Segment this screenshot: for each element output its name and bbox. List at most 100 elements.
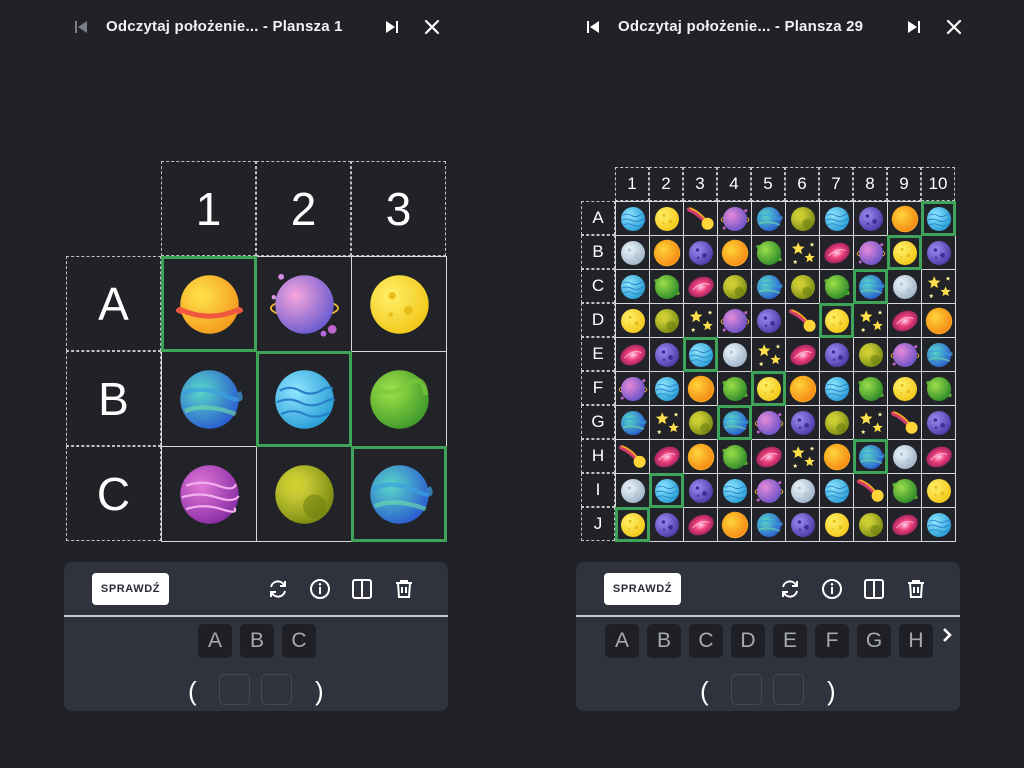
grid-cell-e6[interactable] (785, 337, 820, 372)
first-board-button[interactable] (66, 12, 96, 42)
grid-cell-e10[interactable] (921, 337, 956, 372)
grid-cell-i2[interactable] (649, 473, 684, 508)
grid-cell-a5[interactable] (751, 201, 786, 236)
grid-cell-i6[interactable] (785, 473, 820, 508)
grid-cell-f9[interactable] (887, 371, 922, 406)
split-view-button[interactable] (860, 575, 888, 603)
grid-cell-i7[interactable] (819, 473, 854, 508)
grid-cell-a8[interactable] (853, 201, 888, 236)
grid-cell-g2[interactable] (649, 405, 684, 440)
grid-cell-b2[interactable] (256, 351, 352, 447)
grid-cell-a4[interactable] (717, 201, 752, 236)
grid-cell-j9[interactable] (887, 507, 922, 542)
grid-cell-b3[interactable] (351, 351, 447, 447)
answer-slot-column[interactable] (773, 674, 804, 705)
grid-cell-c1[interactable] (161, 446, 257, 542)
grid-cell-c1[interactable] (615, 269, 650, 304)
grid-cell-b9[interactable] (887, 235, 922, 270)
grid-cell-i10[interactable] (921, 473, 956, 508)
grid-cell-b5[interactable] (751, 235, 786, 270)
delete-button[interactable] (902, 575, 930, 603)
grid-cell-c10[interactable] (921, 269, 956, 304)
grid-cell-f8[interactable] (853, 371, 888, 406)
grid-cell-d1[interactable] (615, 303, 650, 338)
grid-cell-f3[interactable] (683, 371, 718, 406)
grid-cell-f10[interactable] (921, 371, 956, 406)
grid-cell-h5[interactable] (751, 439, 786, 474)
grid-cell-b1[interactable] (615, 235, 650, 270)
key-button-b[interactable]: B (647, 624, 681, 658)
grid-cell-e3[interactable] (683, 337, 718, 372)
grid-cell-j5[interactable] (751, 507, 786, 542)
grid-cell-d2[interactable] (649, 303, 684, 338)
grid-cell-c2[interactable] (649, 269, 684, 304)
grid-cell-d10[interactable] (921, 303, 956, 338)
grid-cell-d6[interactable] (785, 303, 820, 338)
grid-cell-g10[interactable] (921, 405, 956, 440)
grid-cell-g7[interactable] (819, 405, 854, 440)
grid-cell-d8[interactable] (853, 303, 888, 338)
key-button-a[interactable]: A (198, 624, 232, 658)
grid-cell-d4[interactable] (717, 303, 752, 338)
grid-cell-j1[interactable] (615, 507, 650, 542)
check-button[interactable]: SPRAWDŹ (92, 573, 169, 605)
grid-cell-b10[interactable] (921, 235, 956, 270)
close-button[interactable] (417, 12, 447, 42)
grid-cell-a6[interactable] (785, 201, 820, 236)
grid-cell-d9[interactable] (887, 303, 922, 338)
key-button-d[interactable]: D (731, 624, 765, 658)
grid-cell-h4[interactable] (717, 439, 752, 474)
grid-cell-e5[interactable] (751, 337, 786, 372)
grid-cell-h8[interactable] (853, 439, 888, 474)
grid-cell-i8[interactable] (853, 473, 888, 508)
grid-cell-f7[interactable] (819, 371, 854, 406)
grid-cell-c4[interactable] (717, 269, 752, 304)
check-button[interactable]: SPRAWDŹ (604, 573, 681, 605)
grid-cell-i1[interactable] (615, 473, 650, 508)
grid-cell-g9[interactable] (887, 405, 922, 440)
grid-cell-i4[interactable] (717, 473, 752, 508)
grid-cell-i5[interactable] (751, 473, 786, 508)
grid-cell-c3[interactable] (351, 446, 447, 542)
last-board-button[interactable] (899, 12, 929, 42)
grid-cell-f2[interactable] (649, 371, 684, 406)
grid-cell-f1[interactable] (615, 371, 650, 406)
grid-cell-j4[interactable] (717, 507, 752, 542)
key-button-h[interactable]: H (899, 624, 933, 658)
grid-cell-a2[interactable] (649, 201, 684, 236)
grid-cell-g4[interactable] (717, 405, 752, 440)
grid-cell-f5[interactable] (751, 371, 786, 406)
grid-cell-e8[interactable] (853, 337, 888, 372)
grid-cell-d3[interactable] (683, 303, 718, 338)
key-button-c[interactable]: C (689, 624, 723, 658)
grid-cell-e4[interactable] (717, 337, 752, 372)
grid-cell-h2[interactable] (649, 439, 684, 474)
grid-cell-g8[interactable] (853, 405, 888, 440)
grid-cell-f4[interactable] (717, 371, 752, 406)
grid-cell-b4[interactable] (717, 235, 752, 270)
grid-cell-c3[interactable] (683, 269, 718, 304)
grid-cell-g1[interactable] (615, 405, 650, 440)
grid-cell-e2[interactable] (649, 337, 684, 372)
grid-cell-b7[interactable] (819, 235, 854, 270)
key-button-b[interactable]: B (240, 624, 274, 658)
info-button[interactable] (818, 575, 846, 603)
key-button-c[interactable]: C (282, 624, 316, 658)
first-board-button[interactable] (578, 12, 608, 42)
grid-cell-b3[interactable] (683, 235, 718, 270)
grid-cell-j3[interactable] (683, 507, 718, 542)
answer-slot-row[interactable] (219, 674, 250, 705)
grid-cell-h10[interactable] (921, 439, 956, 474)
info-button[interactable] (306, 575, 334, 603)
grid-cell-b8[interactable] (853, 235, 888, 270)
key-button-a[interactable]: A (605, 624, 639, 658)
grid-cell-c6[interactable] (785, 269, 820, 304)
grid-cell-c2[interactable] (256, 446, 352, 542)
grid-cell-h1[interactable] (615, 439, 650, 474)
grid-cell-g6[interactable] (785, 405, 820, 440)
more-keys-button[interactable] (941, 626, 953, 649)
grid-cell-h6[interactable] (785, 439, 820, 474)
grid-cell-c5[interactable] (751, 269, 786, 304)
grid-cell-i9[interactable] (887, 473, 922, 508)
grid-cell-j7[interactable] (819, 507, 854, 542)
